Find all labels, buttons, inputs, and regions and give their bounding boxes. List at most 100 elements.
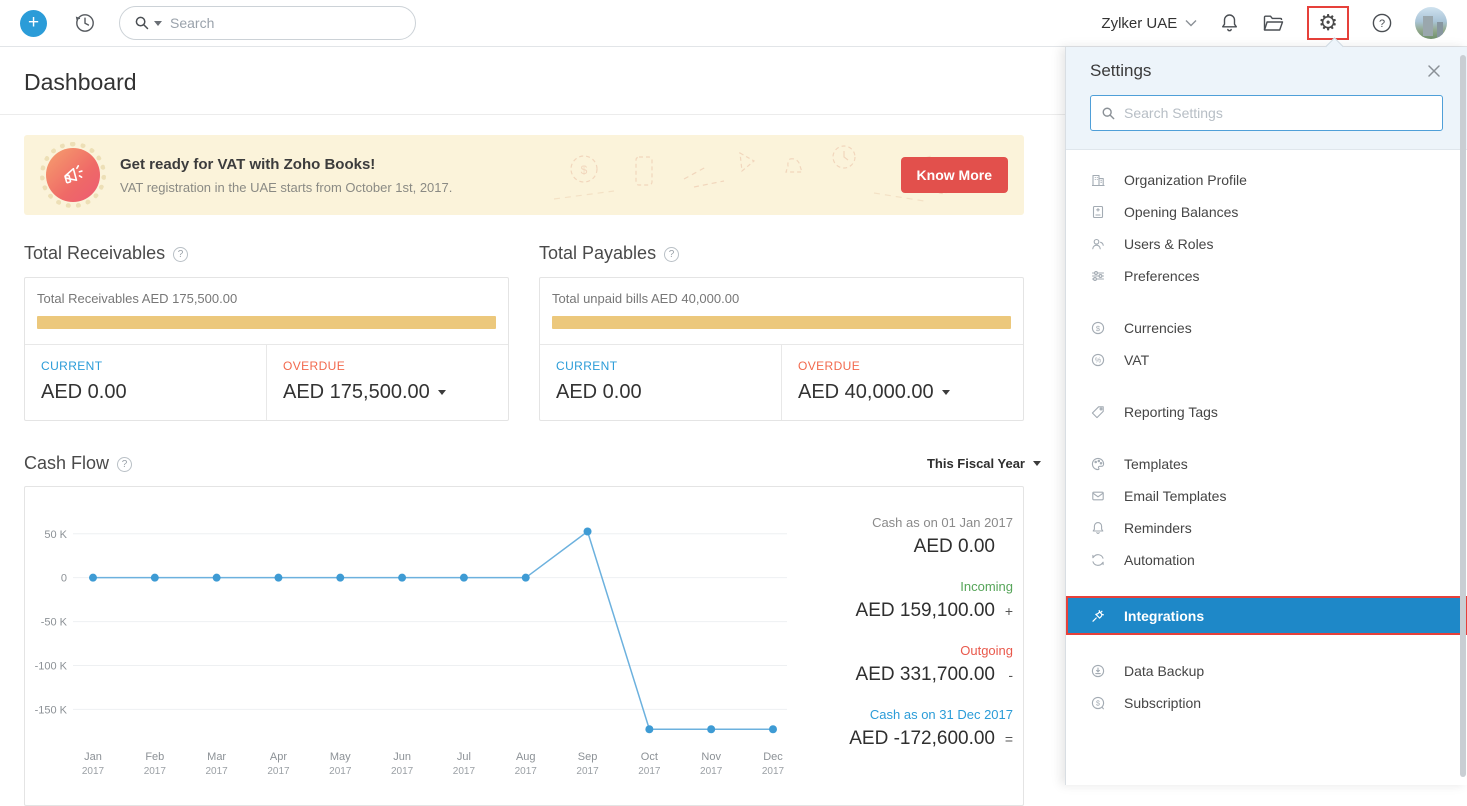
- payables-summary: Total unpaid bills AED 40,000.00: [552, 291, 1011, 306]
- payables-card: Total unpaid bills AED 40,000.00 CURRENT…: [539, 277, 1024, 421]
- megaphone-icon: [46, 148, 100, 202]
- incoming-value: AED 159,100.00: [856, 600, 995, 622]
- svg-text:2017: 2017: [700, 766, 723, 777]
- search-icon: [134, 15, 150, 31]
- help-icon[interactable]: ?: [117, 457, 132, 472]
- quick-add-button[interactable]: +: [20, 10, 47, 37]
- plug-icon: [1090, 608, 1106, 624]
- help-icon[interactable]: ?: [173, 247, 188, 262]
- help-button[interactable]: ?: [1371, 12, 1393, 34]
- settings-search[interactable]: [1090, 95, 1443, 131]
- chevron-down-icon: [1185, 19, 1197, 27]
- menu-item-opening-balances[interactable]: Opening Balances: [1066, 196, 1467, 228]
- total-payables-section: Total Payables ? Total unpaid bills AED …: [539, 243, 1024, 421]
- receivables-progress-bar: [37, 316, 496, 329]
- menu-label: Subscription: [1124, 695, 1201, 711]
- menu-label: Preferences: [1124, 268, 1199, 284]
- search-input[interactable]: [170, 15, 401, 31]
- outgoing-label: Outgoing: [795, 643, 1013, 658]
- total-receivables-section: Total Receivables ? Total Receivables AE…: [24, 243, 509, 421]
- palette-icon: [1090, 456, 1106, 472]
- settings-annotation-box: ⚙: [1307, 6, 1349, 40]
- menu-item-reminders[interactable]: Reminders: [1066, 512, 1467, 544]
- menu-item-templates[interactable]: Templates: [1066, 448, 1467, 480]
- mail-icon: [1090, 488, 1106, 504]
- page-title: Dashboard: [24, 69, 1041, 96]
- svg-text:-50 K: -50 K: [41, 617, 68, 629]
- dollar-circle-icon: $: [1090, 320, 1106, 336]
- sliders-icon: [1090, 268, 1106, 284]
- receivables-summary: Total Receivables AED 175,500.00: [37, 291, 496, 306]
- topbar: + Zylker UAE: [0, 0, 1467, 47]
- svg-text:May: May: [330, 751, 351, 763]
- receivables-heading: Total Receivables: [24, 243, 165, 264]
- fiscal-year-selector[interactable]: This Fiscal Year: [927, 456, 1041, 471]
- settings-panel: Settings Organization Profile: [1065, 47, 1467, 785]
- page-header: Dashboard: [0, 47, 1065, 115]
- svg-text:-100 K: -100 K: [35, 660, 68, 672]
- period-caret-icon: [1033, 461, 1041, 466]
- receivables-card: Total Receivables AED 175,500.00 CURRENT…: [24, 277, 509, 421]
- global-search[interactable]: [119, 6, 416, 40]
- minus-op: -: [995, 667, 1013, 683]
- help-icon[interactable]: ?: [664, 247, 679, 262]
- payables-overdue-value[interactable]: AED 40,000.00: [798, 381, 1007, 404]
- receivables-overdue-value[interactable]: AED 175,500.00: [283, 381, 492, 404]
- notifications-button[interactable]: [1219, 12, 1240, 34]
- org-switcher[interactable]: Zylker UAE: [1101, 15, 1197, 32]
- settings-search-input[interactable]: [1124, 105, 1432, 121]
- settings-panel-header: Settings: [1066, 47, 1467, 150]
- scrollbar[interactable]: [1460, 55, 1466, 777]
- banner-subtitle: VAT registration in the UAE starts from …: [120, 180, 452, 195]
- svg-text:Jun: Jun: [393, 751, 411, 763]
- menu-item-email-templates[interactable]: Email Templates: [1066, 480, 1467, 512]
- bell-icon: [1090, 520, 1106, 536]
- payables-current-value: AED 0.00: [556, 381, 765, 404]
- menu-item-reporting-tags[interactable]: Reporting Tags: [1066, 396, 1467, 428]
- menu-item-vat[interactable]: % Reporting Tags VAT: [1066, 344, 1467, 376]
- svg-text:Dec: Dec: [763, 751, 783, 763]
- menu-item-currencies[interactable]: $ Currencies: [1066, 312, 1467, 344]
- menu-label: Reminders: [1124, 520, 1192, 536]
- svg-text:%: %: [1095, 358, 1101, 365]
- recent-history-button[interactable]: [73, 11, 97, 35]
- menu-label: Email Templates: [1124, 488, 1226, 504]
- folder-icon: [1262, 13, 1285, 33]
- percent-circle-icon: %: [1090, 352, 1106, 368]
- svg-text:Mar: Mar: [207, 751, 226, 763]
- svg-text:Oct: Oct: [641, 751, 658, 763]
- svg-text:2017: 2017: [762, 766, 785, 777]
- tag-icon: [1090, 404, 1106, 420]
- menu-item-integrations[interactable]: Integrations: [1066, 596, 1467, 635]
- svg-text:2017: 2017: [206, 766, 229, 777]
- cashflow-chart: 50 K0-50 K-100 K-150 KJan2017Feb2017Mar2…: [25, 497, 795, 787]
- svg-text:0: 0: [61, 573, 67, 585]
- incoming-label: Incoming: [795, 579, 1013, 594]
- documents-button[interactable]: [1262, 13, 1285, 33]
- svg-text:Nov: Nov: [701, 751, 721, 763]
- menu-item-organization-profile[interactable]: Organization Profile: [1066, 164, 1467, 196]
- svg-text:2017: 2017: [391, 766, 414, 777]
- history-clock-icon: [73, 11, 97, 35]
- settings-button[interactable]: ⚙: [1318, 12, 1338, 34]
- search-scope-caret-icon[interactable]: [154, 21, 162, 26]
- svg-text:$: $: [581, 163, 588, 177]
- menu-item-data-backup[interactable]: Data Backup: [1066, 655, 1467, 687]
- menu-item-subscription[interactable]: $ Subscription: [1066, 687, 1467, 719]
- menu-item-users-roles[interactable]: Users & Roles: [1066, 228, 1467, 260]
- menu-item-preferences[interactable]: Preferences: [1066, 260, 1467, 292]
- know-more-button[interactable]: Know More: [901, 157, 1008, 193]
- cashflow-card: 50 K0-50 K-100 K-150 KJan2017Feb2017Mar2…: [24, 486, 1024, 806]
- menu-item-automation[interactable]: Automation: [1066, 544, 1467, 576]
- users-icon: [1090, 236, 1106, 252]
- menu-label: Integrations: [1124, 608, 1204, 624]
- cashflow-header: Cash Flow ? This Fiscal Year: [24, 453, 1041, 474]
- close-button[interactable]: [1425, 62, 1443, 80]
- main-content: Dashboard Get ready for VAT with Zoho Bo…: [0, 47, 1065, 785]
- svg-text:2017: 2017: [82, 766, 105, 777]
- menu-label: Organization Profile: [1124, 172, 1247, 188]
- download-circle-icon: [1090, 663, 1106, 679]
- close-icon: [1425, 62, 1443, 80]
- ledger-icon: [1090, 204, 1106, 220]
- user-avatar[interactable]: [1415, 7, 1447, 39]
